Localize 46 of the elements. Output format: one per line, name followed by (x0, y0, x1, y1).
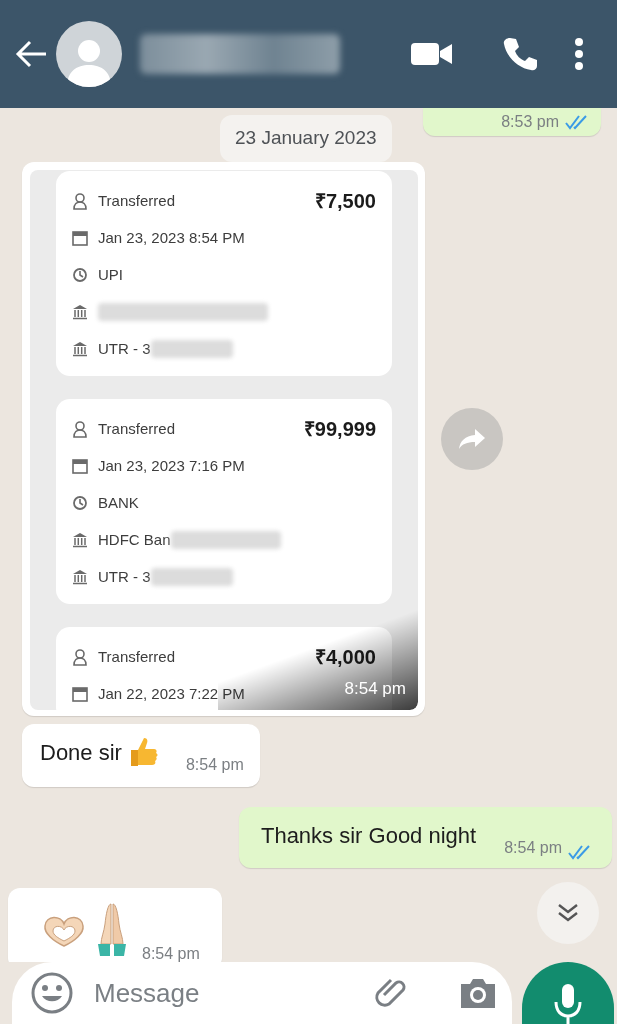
bank-icon (72, 341, 88, 357)
transaction-amount: ₹99,999 (303, 417, 376, 442)
user-icon (72, 192, 88, 210)
message-time: 8:53 pm (501, 112, 559, 132)
message-time: 8:54 pm (344, 678, 406, 700)
bank-name: HDFC Ban (98, 529, 171, 550)
voice-message-button[interactable] (522, 962, 614, 1024)
transaction-date: Jan 23, 2023 7:16 PM (98, 455, 245, 476)
calendar-icon (72, 458, 88, 474)
bank-icon (72, 569, 88, 585)
camera-icon[interactable] (458, 976, 498, 1010)
bank-icon (72, 304, 88, 320)
message-time: 8:54 pm (185, 754, 244, 775)
transaction-amount: ₹7,500 (314, 189, 376, 214)
emoji-icon[interactable] (30, 971, 74, 1015)
person-silhouette-icon (67, 37, 111, 87)
message-input-field[interactable]: Message (12, 962, 512, 1024)
transaction-date: Jan 22, 2023 7:22 PM (98, 683, 245, 704)
payment-method: UPI (98, 264, 123, 285)
transaction-status: Transferred (98, 418, 175, 439)
share-arrow-icon (457, 426, 487, 451)
calendar-icon (72, 230, 88, 246)
payment-method: BANK (98, 492, 139, 513)
message-time: 8:54 pm (504, 837, 562, 858)
clock-icon (72, 267, 88, 283)
message-text: Done sir (40, 738, 122, 767)
double-chevron-down-icon (557, 903, 579, 923)
message-text: Thanks sir Good night (260, 821, 477, 850)
user-icon (72, 648, 88, 666)
transaction-amount: ₹4,000 (314, 645, 376, 670)
transaction-status: Transferred (98, 190, 175, 211)
microphone-icon (553, 982, 583, 1024)
utr-number: UTR - 3 (98, 338, 151, 359)
image-message-bubble[interactable]: Transferred ₹7,500 Jan 23, 2023 8:54 PM UPI UTR - 3 Transferred ₹99,999 Jan 23, 2023 7:16 PM BANK HDFC Ban UTR - 3 Transferred ₹4,000 Jan 22, 2023 7:22 PM 8:54 pm (22, 161, 425, 716)
transaction-date: Jan 23, 2023 8:54 PM (98, 227, 245, 248)
user-icon (72, 420, 88, 438)
date-chip: 23 January 2023 (220, 115, 392, 162)
more-options-icon[interactable] (574, 37, 584, 71)
clock-icon (72, 495, 88, 511)
message-time: 8:54 pm (142, 943, 200, 962)
utr-number: UTR - 3 (98, 566, 151, 587)
back-arrow-icon[interactable] (14, 39, 48, 69)
transaction-status: Transferred (98, 646, 175, 667)
bank-icon (72, 532, 88, 548)
calendar-icon (72, 686, 88, 702)
phone-icon[interactable] (502, 36, 538, 72)
